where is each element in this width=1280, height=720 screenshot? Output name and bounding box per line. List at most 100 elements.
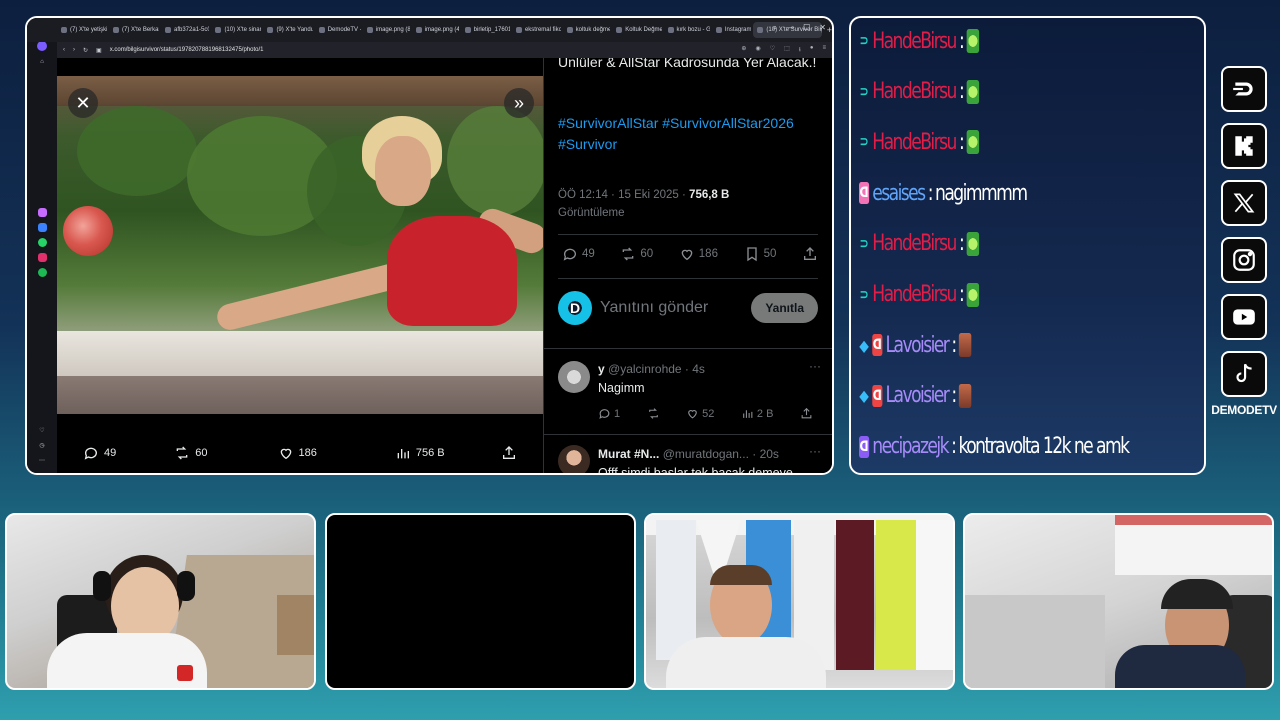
avatar[interactable]: [558, 361, 590, 393]
channel-badge-icon: ⊃: [859, 33, 869, 49]
reply-share-button[interactable]: [800, 407, 813, 420]
avatar[interactable]: [558, 445, 590, 473]
whatsapp-icon[interactable]: [37, 238, 47, 247]
tweet-like-button[interactable]: 186: [679, 246, 718, 262]
history-icon[interactable]: ◷: [38, 441, 47, 450]
views-button[interactable]: 756 B: [395, 445, 445, 461]
aria-icon[interactable]: [37, 208, 47, 217]
back-icon[interactable]: ‹: [63, 47, 65, 53]
home-icon[interactable]: [37, 41, 47, 51]
reply-views-button[interactable]: 2 B: [741, 407, 773, 420]
browser-tab[interactable]: image.png (8: [363, 22, 410, 38]
webcam-2: [325, 513, 636, 690]
more-icon[interactable]: ⋯: [38, 456, 47, 465]
browser-tab[interactable]: koltuk değme: [563, 22, 610, 38]
reload-icon[interactable]: ↻: [83, 47, 88, 54]
browser-tab[interactable]: afb372a1-5c0: [161, 22, 209, 38]
tab-label: image.png (8: [375, 27, 410, 33]
browser-tab[interactable]: Koltuk Değme: [612, 22, 662, 38]
repost-button[interactable]: 60: [174, 445, 208, 461]
chat-username[interactable]: necipazejk: [872, 434, 949, 459]
more-options-icon[interactable]: ···: [809, 359, 821, 373]
browser-tab[interactable]: kırk bozu - G: [664, 22, 710, 38]
extensions-icon[interactable]: ⬚: [784, 45, 790, 55]
avatar: D: [558, 291, 592, 325]
minimize-icon[interactable]: —: [786, 23, 794, 33]
browser-tab[interactable]: ekstremal fiko: [512, 22, 561, 38]
reply-author-name[interactable]: y: [598, 362, 605, 376]
chat-username[interactable]: HandeBirsu: [872, 231, 957, 256]
reply-reply-count: 1: [614, 407, 621, 420]
maximize-icon[interactable]: ☐: [803, 23, 810, 33]
chat-username[interactable]: esaises: [872, 181, 926, 206]
tweet-photo[interactable]: [57, 76, 543, 414]
share-button[interactable]: [501, 445, 517, 461]
reply-text: Offf şimdi başlar tek bacak demeye: [598, 466, 793, 475]
chat-separator: :: [958, 282, 965, 307]
x-app-icon[interactable]: [37, 253, 47, 262]
reply-button[interactable]: 49: [83, 445, 116, 461]
browser-tab[interactable]: (7) X'te yetişkin: [57, 22, 107, 38]
favicon-icon: [667, 27, 674, 33]
chat-username[interactable]: HandeBirsu: [872, 130, 957, 155]
browser-tab[interactable]: (9) X'te Yandu: [263, 22, 313, 38]
browser-tab[interactable]: Instagram: [712, 22, 751, 38]
reply-tweet[interactable]: y @yalcinrohde · 4s ··· Nagimm 1 52 2 B: [544, 348, 832, 434]
bookmark-icon[interactable]: ♡: [770, 45, 775, 55]
chat-username[interactable]: HandeBirsu: [872, 79, 957, 104]
reply-tweet[interactable]: Murat #N... @muratdogan... · 20s ··· Off…: [544, 434, 832, 475]
close-window-icon[interactable]: ✕: [819, 23, 826, 33]
reply-input[interactable]: Yanıtını gönder: [600, 299, 708, 317]
like-button[interactable]: 186: [278, 445, 317, 461]
tweet-like-count: 186: [698, 248, 718, 260]
reply-repost-button[interactable]: [647, 407, 660, 420]
tweet-hashtags[interactable]: #SurvivorAllStar #SurvivorAllStar2026 #S…: [558, 113, 823, 155]
channel-badge-icon: ᗡ: [859, 182, 870, 205]
tweet-reply-count: 49: [582, 248, 595, 260]
channel-badge-icon: ᗡ: [859, 435, 870, 458]
browser-tab[interactable]: (10) X'te sinan: [211, 22, 261, 38]
favicon-icon: [464, 27, 471, 33]
messenger-icon[interactable]: [37, 223, 47, 232]
chat-username[interactable]: Lavoisier: [886, 333, 950, 358]
profile-icon[interactable]: ●: [810, 45, 814, 55]
tweet-reply-button[interactable]: 49: [562, 246, 595, 262]
browser-tab[interactable]: image.png (4: [412, 22, 459, 38]
chat-emote: [958, 383, 972, 408]
browser-tab[interactable]: birletip_17601: [461, 22, 510, 38]
spotify-icon[interactable]: [37, 268, 47, 277]
tweet-repost-button[interactable]: 60: [620, 246, 653, 262]
zoom-icon[interactable]: ⊕: [741, 45, 746, 55]
speed-dial-icon[interactable]: ⌂: [38, 57, 47, 66]
tweet-timestamp[interactable]: ÖÖ 12:14 · 15 Eki 2025 ·: [558, 189, 689, 201]
chat-username[interactable]: Lavoisier: [886, 383, 950, 408]
x-icon: [1221, 180, 1267, 226]
chat-username[interactable]: HandeBirsu: [872, 29, 957, 54]
download-icon[interactable]: ⭳: [799, 45, 801, 55]
favicon-icon: [366, 27, 373, 33]
reply-reply-button[interactable]: 1: [598, 407, 620, 420]
chat-emote: [966, 130, 979, 155]
tweet-share-button[interactable]: [802, 246, 818, 262]
expand-panel-icon[interactable]: »: [504, 88, 534, 118]
chat-username[interactable]: HandeBirsu: [872, 282, 957, 307]
tab-label: DemodeTV -: [327, 27, 361, 33]
tweet-bookmark-button[interactable]: 50: [744, 246, 776, 262]
browser-tab[interactable]: (7) X'te Berkan: [109, 22, 159, 38]
camera-icon[interactable]: ◉: [755, 45, 760, 55]
new-tab-button[interactable]: +: [827, 25, 832, 35]
reply-author-name[interactable]: Murat #N...: [598, 447, 659, 461]
menu-icon[interactable]: ≡: [822, 45, 826, 55]
forward-icon[interactable]: ›: [73, 47, 75, 53]
youtube-icon: [1221, 294, 1267, 340]
more-options-icon[interactable]: ···: [809, 444, 821, 458]
close-icon[interactable]: ✕: [68, 88, 98, 118]
reply-like-button[interactable]: 52: [686, 407, 714, 420]
browser-tab[interactable]: DemodeTV -: [315, 22, 361, 38]
reply-submit-button[interactable]: Yanıtla: [751, 293, 818, 323]
heart-icon[interactable]: ♡: [38, 426, 47, 435]
reply-author-handle[interactable]: @muratdogan... · 20s: [663, 447, 779, 461]
url-input[interactable]: x.com/bilgisurvivor/status/1978207881968…: [110, 47, 264, 53]
search-tabs-icon[interactable]: ⌕: [773, 23, 777, 33]
reply-author-handle[interactable]: @yalcinrohde · 4s: [608, 362, 705, 376]
